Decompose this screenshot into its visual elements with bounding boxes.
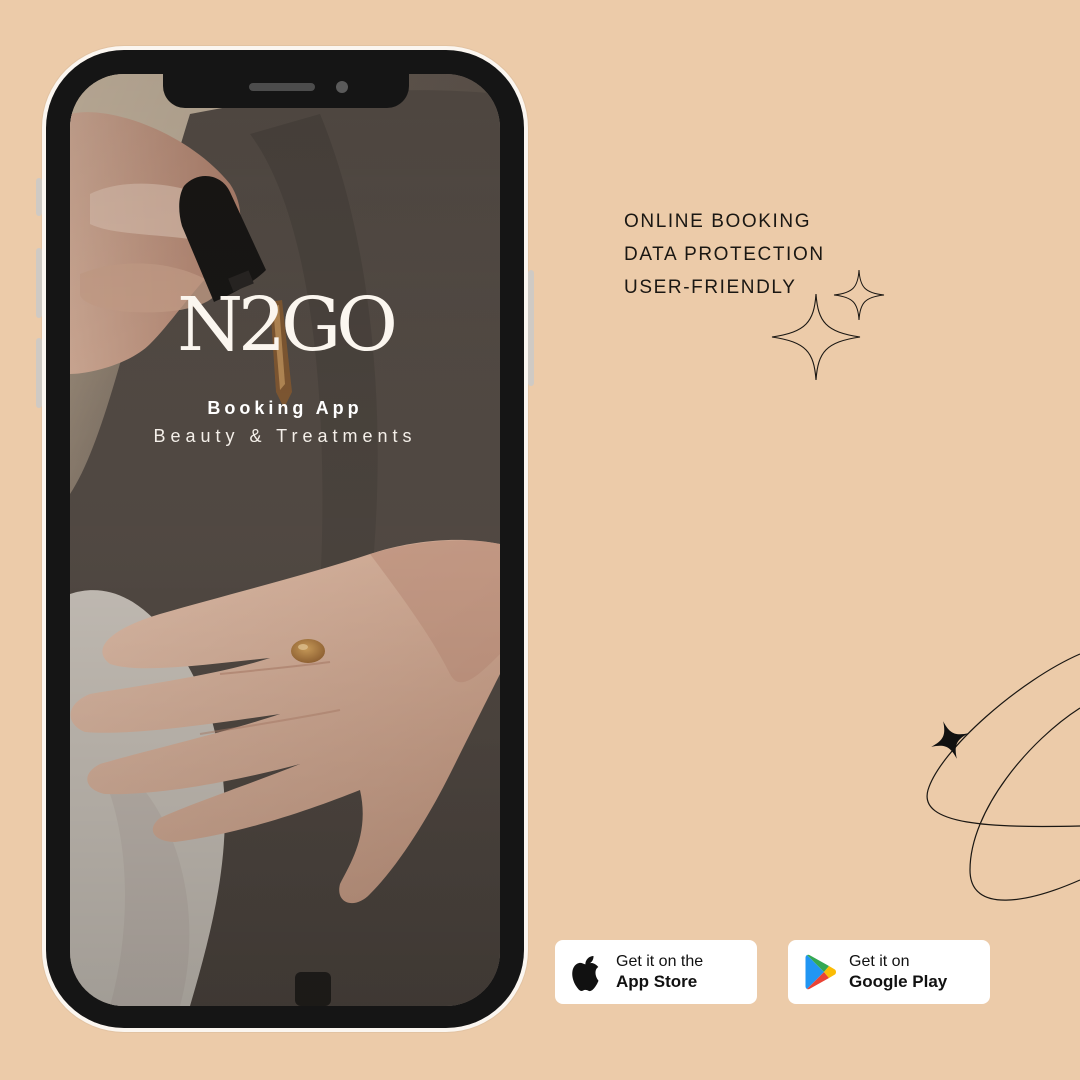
brand-logo: N2GO: [177, 282, 398, 368]
app-store-line1: Get it on the: [616, 953, 704, 970]
app-store-line2: App Store: [616, 972, 698, 991]
phone-notch: [163, 74, 409, 108]
feature-item: ONLINE BOOKING: [624, 211, 812, 232]
phone-screen: [70, 74, 500, 1006]
app-subtitle: Booking App: [207, 398, 363, 418]
hands-with-serum-dropper-photo: [70, 74, 500, 1006]
google-play-icon: [805, 954, 836, 990]
feature-list: ONLINE BOOKING DATA PROTECTION USER-FRIE…: [624, 205, 825, 304]
phone-side-button: [36, 178, 42, 216]
google-play-badge[interactable]: Get it on Google Play: [788, 940, 990, 1004]
google-play-line1: Get it on: [849, 953, 910, 970]
phone-side-button: [36, 338, 42, 408]
feature-item: DATA PROTECTION: [624, 244, 825, 265]
app-tagline: Beauty & Treatments: [153, 426, 417, 446]
app-store-badge[interactable]: Get it on the App Store: [555, 940, 757, 1004]
speaker-grille: [249, 83, 315, 91]
sparkle-icon: [833, 269, 885, 321]
apple-icon: [572, 955, 599, 992]
google-play-line2: Google Play: [849, 972, 948, 991]
phone-side-button: [36, 248, 42, 318]
front-camera: [336, 81, 348, 93]
orbit-line-with-star: [926, 653, 1080, 901]
phone-side-button: [528, 270, 534, 386]
